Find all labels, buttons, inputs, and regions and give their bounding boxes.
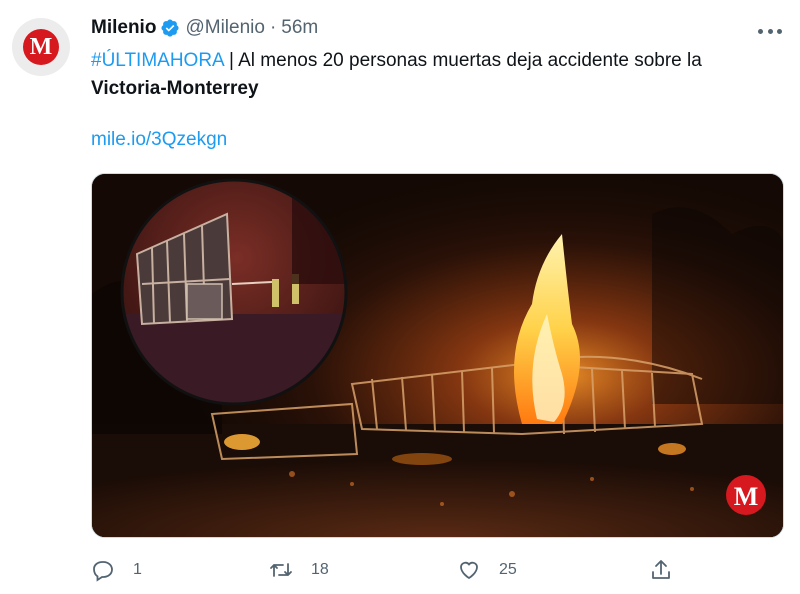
reply-icon <box>93 561 113 582</box>
author-name[interactable]: Milenio <box>91 17 156 39</box>
avatar[interactable]: M <box>12 18 70 76</box>
heart-icon <box>460 561 478 580</box>
retweet-icon <box>270 563 292 577</box>
tweet-bold-text: Victoria-Monterrey <box>91 78 259 99</box>
retweet-count: 18 <box>311 561 329 578</box>
separator-dot: · <box>269 17 277 38</box>
retweet-button[interactable]: 18 <box>269 558 329 582</box>
like-button[interactable]: 25 <box>457 558 517 582</box>
tweet-timestamp[interactable]: 56m <box>281 17 318 39</box>
tweet-body: | Al menos 20 personas muertas deja acci… <box>223 50 702 71</box>
share-button[interactable] <box>649 558 673 582</box>
milenio-logo: M <box>23 29 59 65</box>
tweet-text: #ÚLTIMAHORA | Al menos 20 personas muert… <box>91 47 781 103</box>
like-count: 25 <box>499 561 517 578</box>
reply-button[interactable]: 1 <box>91 558 142 582</box>
avatar-letter: M <box>29 34 53 60</box>
reply-count: 1 <box>133 561 142 578</box>
tweet-header: Milenio @Milenio · 56m <box>91 17 318 39</box>
tweet-actions: 1 18 25 <box>91 558 691 584</box>
more-options-icon[interactable] <box>758 21 782 41</box>
tweet-photo[interactable]: M <box>91 173 784 538</box>
watermark-letter: M <box>734 482 759 511</box>
tweet-url-link[interactable]: mile.io/3Qzekgn <box>91 129 227 151</box>
author-handle[interactable]: @Milenio <box>185 17 264 39</box>
verified-badge-icon <box>161 19 179 37</box>
share-icon <box>652 560 670 579</box>
hashtag-link[interactable]: #ÚLTIMAHORA <box>91 50 224 71</box>
